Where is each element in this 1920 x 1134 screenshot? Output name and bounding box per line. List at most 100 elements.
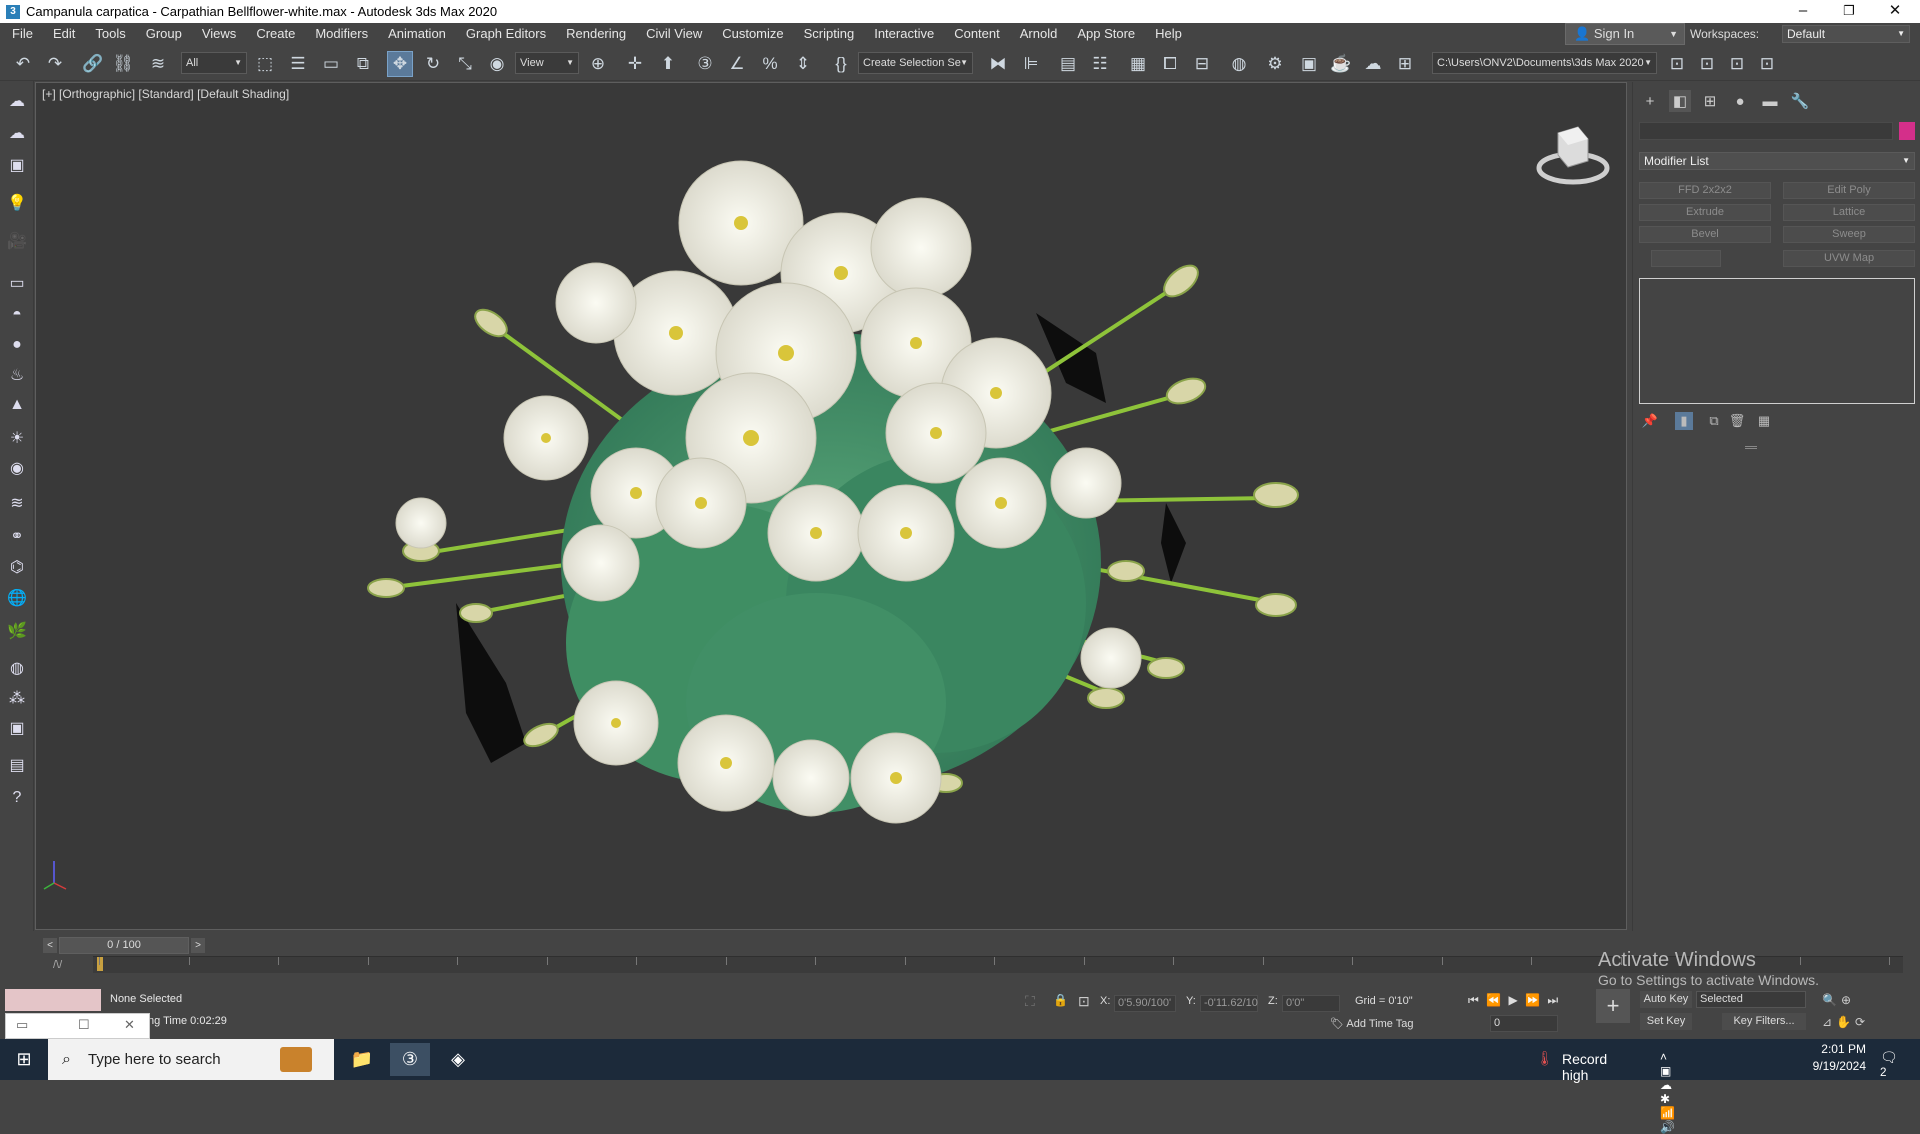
project-folder-dropdown[interactable]: C:\Users\ONV2\Documents\3ds Max 2020 ▼	[1432, 52, 1657, 74]
3dsmax-taskbar-icon[interactable]: ③	[390, 1043, 430, 1076]
tray-icons[interactable]: ˄ ▣ ☁ ✱ 📶 🔊	[1660, 1050, 1681, 1134]
rectangular-selection-icon[interactable]: ▭	[318, 51, 344, 77]
menu-group[interactable]: Group	[136, 23, 192, 45]
menu-animation[interactable]: Animation	[378, 23, 456, 45]
briefcase-icon[interactable]	[280, 1047, 312, 1072]
project-icon-2[interactable]: ⊡	[1694, 51, 1720, 77]
modifier-button-empty[interactable]	[1651, 250, 1721, 267]
help-icon[interactable]: ?	[5, 786, 29, 810]
named-selection-set-dropdown[interactable]: Create Selection Se ▼	[858, 52, 973, 74]
set-key-button[interactable]: Set Key	[1640, 1013, 1692, 1030]
populate-icon[interactable]: ⌬	[5, 555, 29, 579]
create-icon[interactable]: ☁	[5, 89, 29, 113]
y-coordinate-field[interactable]: -0'11.62/10	[1200, 995, 1258, 1012]
menu-help[interactable]: Help	[1145, 23, 1192, 45]
redo-icon[interactable]: ↷	[42, 51, 68, 77]
maximize-button[interactable]: ❐	[1826, 0, 1872, 23]
geosphere-icon[interactable]: ◉	[5, 456, 29, 480]
menu-modifiers[interactable]: Modifiers	[305, 23, 378, 45]
go-to-end-icon[interactable]: ⏭	[1547, 993, 1560, 1007]
file-explorer-icon[interactable]: 📁	[342, 1043, 382, 1076]
project-icon-3[interactable]: ⊡	[1724, 51, 1750, 77]
modifier-button-extrude[interactable]: Extrude	[1639, 204, 1771, 221]
render-setup-icon[interactable]: ⚙	[1262, 51, 1288, 77]
hair-icon[interactable]: ≋	[5, 491, 29, 515]
thermometer-icon[interactable]: 🌡	[1536, 1050, 1554, 1067]
menu-rendering[interactable]: Rendering	[556, 23, 636, 45]
cone-icon[interactable]: ▲	[5, 393, 29, 417]
menu-content[interactable]: Content	[944, 23, 1010, 45]
show-end-result-icon[interactable]: ▮	[1675, 412, 1693, 430]
key-mode-dropdown[interactable]: Selected	[1696, 991, 1806, 1008]
menu-interactive[interactable]: Interactive	[864, 23, 944, 45]
material-editor-icon[interactable]: ◍	[1226, 51, 1252, 77]
snaps-toggle-icon[interactable]: ③	[692, 51, 718, 77]
motion-tab-icon[interactable]: ●	[1729, 90, 1751, 112]
configure-modifier-sets-icon[interactable]: ▦	[1755, 412, 1773, 430]
modifier-button-ffd[interactable]: FFD 2x2x2	[1639, 182, 1771, 199]
plant-icon[interactable]: 🌿	[5, 619, 29, 643]
windows-start-icon[interactable]: ⊞	[4, 1043, 44, 1076]
menu-views[interactable]: Views	[192, 23, 246, 45]
bone-icon[interactable]: ⚭	[5, 524, 29, 548]
make-unique-icon[interactable]: ⧉	[1705, 412, 1723, 430]
selection-lock-icon[interactable]: 🔒	[1053, 993, 1068, 1007]
render-icon[interactable]: ▣	[5, 716, 29, 740]
restore-icon[interactable]: ☐	[78, 1017, 90, 1033]
mirror-icon[interactable]: ⧓	[985, 51, 1011, 77]
maxscript-listener[interactable]	[5, 989, 101, 1011]
absolute-offset-icon[interactable]: ⊡	[1078, 993, 1090, 1010]
reference-coordinate-dropdown[interactable]: View ▼	[515, 52, 579, 74]
sign-in-dropdown[interactable]: 👤 Sign In ▼	[1565, 23, 1685, 45]
hierarchy-tab-icon[interactable]: ⊞	[1699, 90, 1721, 112]
rendered-frame-window-icon[interactable]: ▣	[1296, 51, 1322, 77]
menu-civil-view[interactable]: Civil View	[636, 23, 712, 45]
modify-icon[interactable]: ☁	[5, 121, 29, 145]
menu-file[interactable]: File	[0, 23, 43, 45]
scene-explorer-icon[interactable]: ▤	[1055, 51, 1081, 77]
select-and-rotate-icon[interactable]: ↻	[420, 51, 446, 77]
light-icon[interactable]: 💡	[5, 191, 29, 215]
scene-states-icon[interactable]: ▤	[5, 753, 29, 777]
hemisphere-icon[interactable]: ◓	[5, 303, 29, 327]
modify-tab-icon[interactable]: ◧	[1669, 90, 1691, 112]
modifier-button-lattice[interactable]: Lattice	[1783, 204, 1915, 221]
curve-editor-icon[interactable]: ⧠	[1157, 51, 1183, 77]
camera-icon[interactable]: 🎥	[5, 229, 29, 253]
angle-snap-icon[interactable]: ∠	[724, 51, 750, 77]
menu-arnold[interactable]: Arnold	[1010, 23, 1068, 45]
unlink-icon[interactable]: ⛓	[110, 51, 136, 77]
workspace-dropdown[interactable]: Default ▼	[1782, 25, 1910, 43]
previous-frame-icon[interactable]: <	[43, 938, 57, 953]
zoom-all-icon[interactable]: ⊕	[1841, 993, 1855, 1007]
bellflower-model[interactable]	[36, 83, 1627, 930]
modifier-button-sweep[interactable]: Sweep	[1783, 226, 1915, 243]
object-name-field[interactable]	[1639, 122, 1893, 140]
window-crossing-icon[interactable]: ⧉	[350, 51, 376, 77]
sun-icon[interactable]: ☀	[5, 426, 29, 450]
schematic-view-icon[interactable]: ⊟	[1189, 51, 1215, 77]
object-color-swatch[interactable]	[1899, 122, 1915, 140]
previous-key-icon[interactable]: ⏪	[1486, 993, 1503, 1007]
modifier-button-uvw-map[interactable]: UVW Map	[1783, 250, 1915, 267]
particles-icon[interactable]: ⁂	[5, 686, 29, 710]
orbit-icon[interactable]: ⟳	[1855, 1015, 1869, 1029]
close-icon[interactable]: ✕	[124, 1017, 135, 1033]
next-frame-icon[interactable]: >	[191, 938, 205, 953]
select-and-place-icon[interactable]: ◉	[484, 51, 510, 77]
minimize-button[interactable]: –	[1780, 0, 1826, 23]
keyboard-shortcut-override-icon[interactable]: ⬆	[655, 51, 681, 77]
toggle-ribbon-icon[interactable]: ▦	[1125, 51, 1151, 77]
notification-center-icon[interactable]: 🗨2	[1880, 1049, 1898, 1085]
modifier-button-edit-poly[interactable]: Edit Poly	[1783, 182, 1915, 199]
app-taskbar-icon[interactable]: ◈	[438, 1043, 478, 1076]
menu-tools[interactable]: Tools	[85, 23, 135, 45]
modifier-list-dropdown[interactable]: Modifier List ▼	[1639, 152, 1915, 170]
render-in-cloud-icon[interactable]: ☁	[1360, 51, 1386, 77]
isolate-selection-icon[interactable]: ⛶	[1025, 993, 1035, 1010]
plane-icon[interactable]: ▭	[5, 271, 29, 295]
menu-app-store[interactable]: App Store	[1067, 23, 1145, 45]
time-slider[interactable]: 0 / 100	[59, 937, 189, 954]
teapot-icon[interactable]: ♨	[5, 363, 29, 387]
z-coordinate-field[interactable]: 0'0"	[1282, 995, 1340, 1012]
